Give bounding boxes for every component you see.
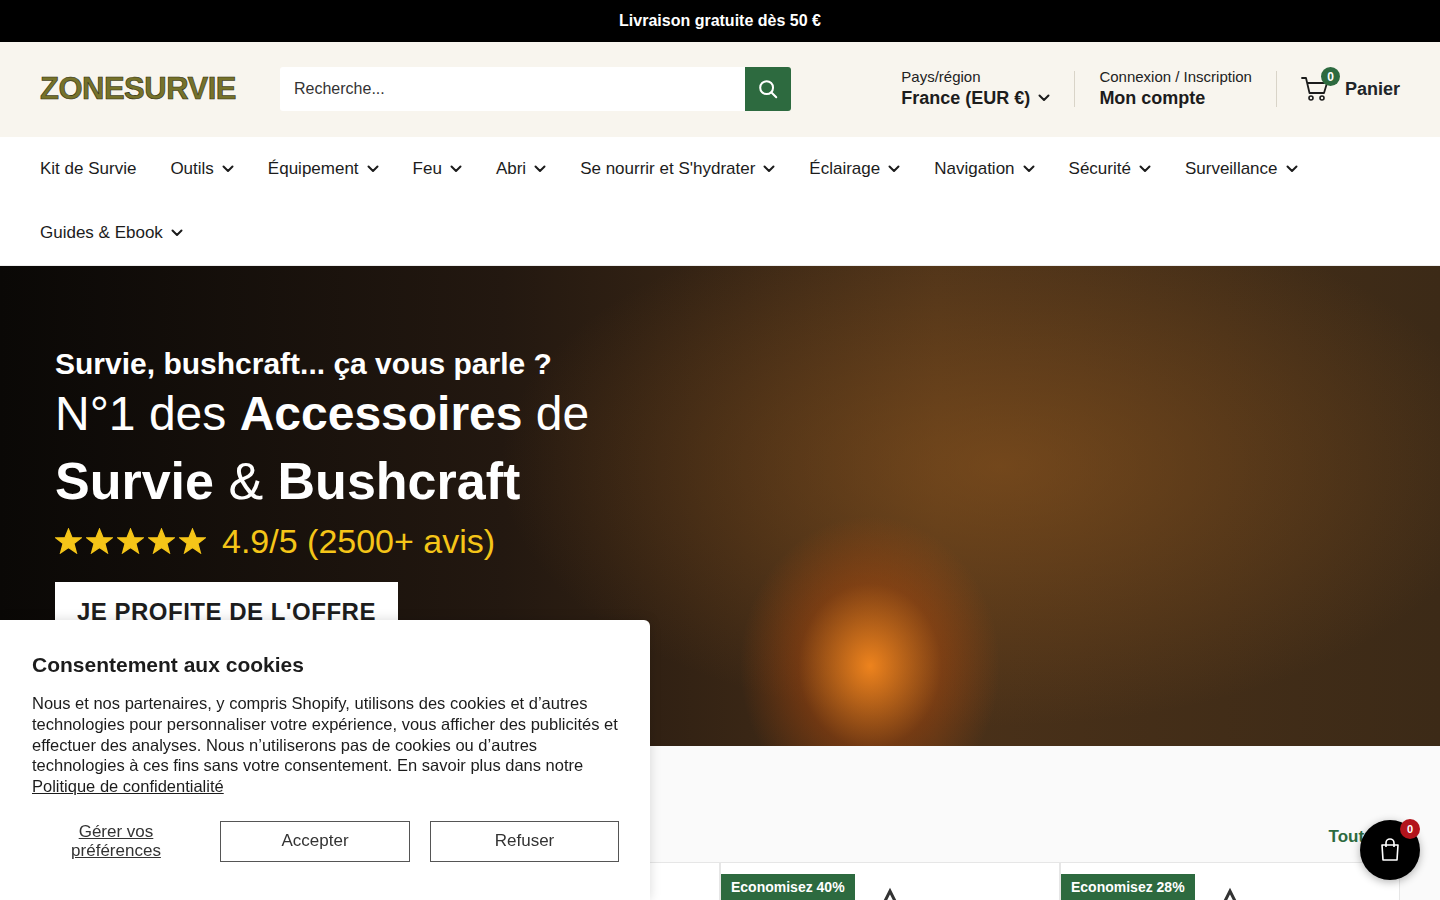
menu-label: Guides & Ebook xyxy=(40,220,163,246)
hero-rating: 4.9/5 (2500+ avis) xyxy=(55,516,1440,566)
star-icon xyxy=(148,528,175,554)
chevron-down-icon xyxy=(222,165,234,173)
menu-label: Feu xyxy=(413,156,442,182)
star-icon xyxy=(55,528,82,554)
chevron-down-icon xyxy=(1286,165,1298,173)
menu-item[interactable]: Kit de Survie xyxy=(40,137,136,201)
search-button[interactable] xyxy=(745,67,791,111)
chevron-down-icon xyxy=(1139,165,1151,173)
announcement-bar: Livraison gratuite dès 50 € xyxy=(0,0,1440,42)
shopping-bag-icon xyxy=(1379,838,1401,862)
chevron-down-icon xyxy=(763,165,775,173)
rating-text: 4.9/5 (2500+ avis) xyxy=(222,516,495,566)
cart-label: Panier xyxy=(1345,77,1400,101)
chevron-down-icon xyxy=(450,165,462,173)
header-tools: Pays/régionFrance (EUR €) Connexion / Ins… xyxy=(901,68,1400,110)
menu-label: Sécurité xyxy=(1069,156,1131,182)
hero-title-line: N°1 des Accessoires de xyxy=(55,382,1440,446)
search-form xyxy=(280,67,791,111)
cookie-banner: Consentement aux cookies Nous et nos part… xyxy=(0,620,650,900)
rating-stars xyxy=(55,528,206,554)
cookie-buttons: Gérer vos préférences Accepter Refuser xyxy=(32,821,618,862)
discount-badge: Economisez 28% xyxy=(1061,874,1195,900)
search-input[interactable] xyxy=(280,67,745,111)
chevron-down-icon xyxy=(888,165,900,173)
header-divider xyxy=(1074,71,1075,107)
menu-item[interactable]: Feu xyxy=(413,137,462,201)
menu-item[interactable]: Outils xyxy=(170,137,233,201)
hero-title-part: N°1 des xyxy=(55,387,240,440)
main-menu: Kit de Survie Outils Équipement Feu Abri Se n… xyxy=(0,137,1440,266)
consent-button[interactable]: Accepter xyxy=(220,821,410,862)
hero-title-line: Survie & Bushcraft xyxy=(55,446,1440,516)
star-icon xyxy=(117,528,144,554)
site-header: ZONESURVIE Pays/régionFrance (EUR €) Conne… xyxy=(0,42,1440,137)
hero-title-part: de xyxy=(523,387,590,440)
menu-label: Kit de Survie xyxy=(40,156,136,182)
account-link[interactable]: Connexion / InscriptionMon compte xyxy=(1099,68,1252,110)
chevron-down-icon xyxy=(1038,94,1050,102)
hero-title-part: Bushcraft xyxy=(278,452,521,510)
chevron-down-icon xyxy=(534,165,546,173)
account-label: Connexion / Inscription xyxy=(1099,68,1252,86)
consent-button[interactable]: Refuser xyxy=(430,821,619,862)
cart-count-badge: 0 xyxy=(1321,67,1340,86)
menu-label: Se nourrir et S'hydrater xyxy=(580,156,755,182)
menu-item[interactable]: Surveillance xyxy=(1185,137,1298,201)
discount-badge: Economisez 40% xyxy=(721,874,855,900)
announcement-text: Livraison gratuite dès 50 € xyxy=(619,9,821,33)
country-text: France (EUR €) xyxy=(901,86,1030,110)
menu-item[interactable]: Navigation xyxy=(934,137,1034,201)
hero-title-part: Accessoires xyxy=(240,387,523,440)
privacy-policy-link[interactable]: Politique de confidentialité xyxy=(32,777,224,795)
menu-label: Abri xyxy=(496,156,526,182)
menu-label: Éclairage xyxy=(809,156,880,182)
account-value: Mon compte xyxy=(1099,86,1252,110)
search-icon xyxy=(757,78,779,100)
menu-label: Surveillance xyxy=(1185,156,1278,182)
chevron-down-icon xyxy=(367,165,379,173)
menu-label: Équipement xyxy=(268,156,359,182)
product-card[interactable]: Economisez 28% xyxy=(1060,862,1400,900)
cart-icon-wrap: 0 xyxy=(1301,76,1329,102)
country-value[interactable]: France (EUR €) xyxy=(901,86,1050,110)
menu-item[interactable]: Se nourrir et S'hydrater xyxy=(580,137,775,201)
menu-item[interactable]: Équipement xyxy=(268,137,379,201)
menu-item[interactable]: Guides & Ebook xyxy=(40,201,183,265)
floating-cart-count: 0 xyxy=(1400,819,1420,839)
floating-cart-button[interactable]: 0 xyxy=(1360,820,1420,880)
cookie-body: Nous et nos partenaires, y compris Shopi… xyxy=(32,694,618,774)
country-selector[interactable]: Pays/régionFrance (EUR €) xyxy=(901,68,1050,110)
preferences-button[interactable]: Gérer vos préférences xyxy=(32,822,200,860)
menu-item[interactable]: Éclairage xyxy=(809,137,900,201)
menu-label: Outils xyxy=(170,156,213,182)
chevron-down-icon xyxy=(1023,165,1035,173)
hero-title-part: & xyxy=(214,452,278,510)
star-icon xyxy=(86,528,113,554)
header-divider xyxy=(1276,71,1277,107)
cookie-title: Consentement aux cookies xyxy=(32,652,618,677)
hero-title-part: Survie xyxy=(55,452,214,510)
cookie-text: Nous et nos partenaires, y compris Shopi… xyxy=(32,693,618,797)
chevron-down-icon xyxy=(171,229,183,237)
country-label: Pays/région xyxy=(901,68,1050,86)
hero-text: Survie, bushcraft... ça vous parle ?N°1 … xyxy=(0,266,1440,642)
menu-label: Navigation xyxy=(934,156,1014,182)
hero-kicker: Survie, bushcraft... ça vous parle ? xyxy=(55,346,1440,382)
menu-item[interactable]: Sécurité xyxy=(1069,137,1151,201)
menu-item[interactable]: Abri xyxy=(496,137,546,201)
product-card[interactable]: Economisez 40% xyxy=(720,862,1060,900)
cart-link[interactable]: 0 Panier xyxy=(1301,76,1400,102)
star-icon xyxy=(179,528,206,554)
site-logo[interactable]: ZONESURVIE xyxy=(40,66,240,113)
